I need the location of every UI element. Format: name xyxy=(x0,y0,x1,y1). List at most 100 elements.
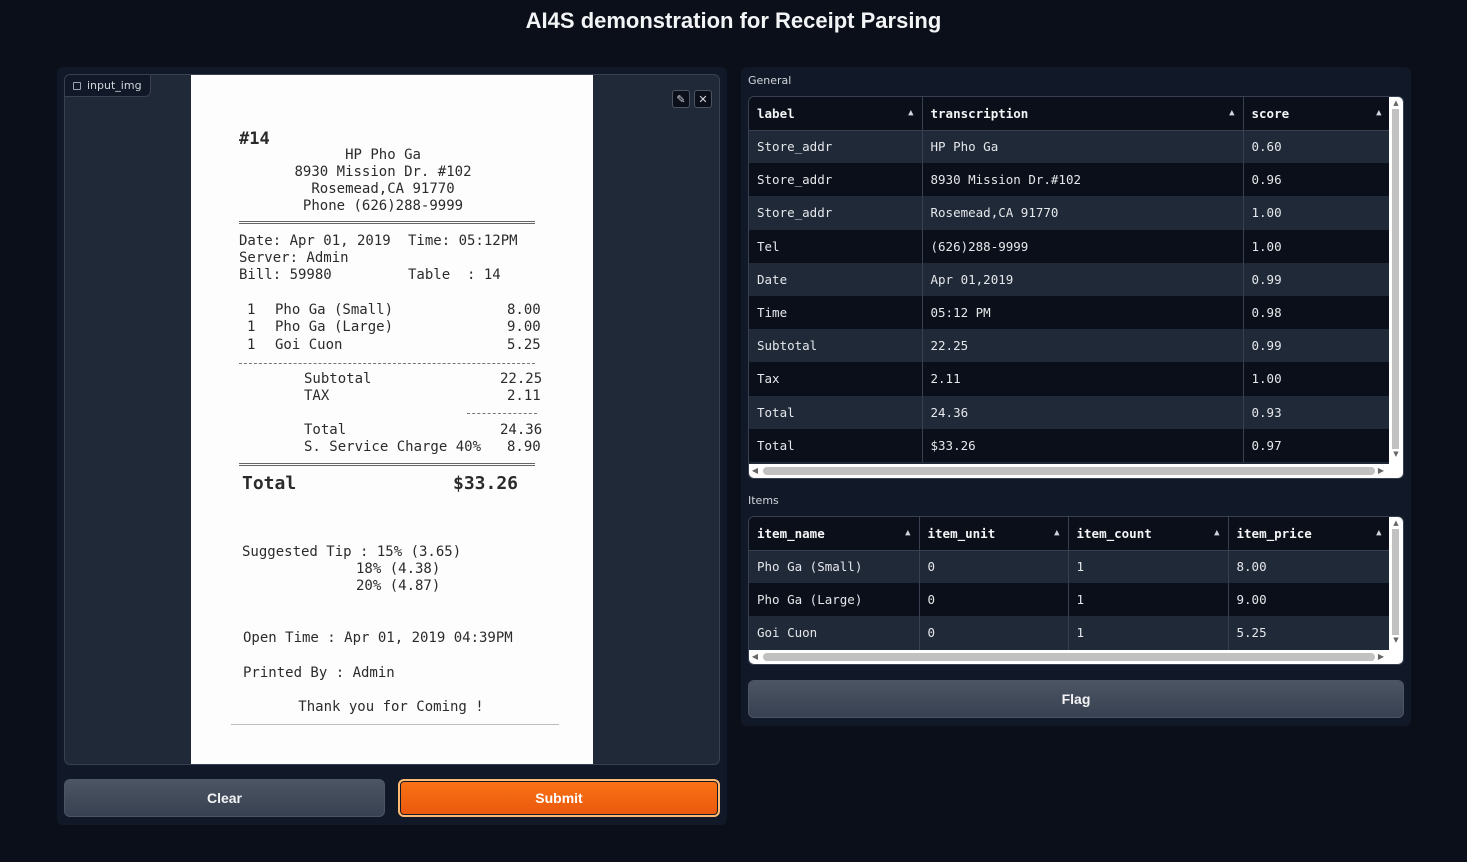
table-cell[interactable]: 1.00 xyxy=(1243,229,1391,263)
subtotal-value: 22.25 xyxy=(500,371,543,387)
table-cell[interactable]: 05:12 PM xyxy=(922,295,1244,330)
column-header[interactable]: transcription ▲ xyxy=(922,97,1244,131)
thank-you: Thank you for Coming ! xyxy=(298,699,484,715)
items-label: Items xyxy=(748,494,779,507)
receipt-date: Date: Apr 01, 2019 xyxy=(239,233,391,249)
sort-icon[interactable]: ▲ xyxy=(1376,528,1381,538)
vertical-scrollbar[interactable]: ▲ ▼ xyxy=(1389,97,1403,464)
table-row: Store_addr 8930 Mission Dr.#102 0.96 xyxy=(749,163,1391,197)
table-cell[interactable]: Tel xyxy=(749,229,923,263)
table-cell[interactable]: $33.26 xyxy=(922,428,1244,462)
pencil-icon[interactable]: ✎ xyxy=(672,90,690,108)
sort-icon[interactable]: ▲ xyxy=(1054,528,1059,538)
vertical-scrollbar[interactable]: ▲ ▼ xyxy=(1389,517,1403,650)
table-row: Time 05:12 PM 0.98 xyxy=(749,295,1391,330)
clear-button[interactable]: Clear xyxy=(64,779,385,817)
total-label: Total xyxy=(304,422,347,438)
table-cell[interactable]: 0.96 xyxy=(1243,163,1391,197)
table-cell[interactable]: Total xyxy=(749,428,923,462)
sort-icon[interactable]: ▲ xyxy=(1229,108,1234,118)
column-header[interactable]: item_price ▲ xyxy=(1228,517,1391,551)
table-cell[interactable]: 0.60 xyxy=(1243,130,1391,164)
sort-icon[interactable]: ▲ xyxy=(1376,108,1381,118)
table-cell[interactable]: 0.99 xyxy=(1243,262,1391,296)
table-cell[interactable]: 1.00 xyxy=(1243,196,1391,230)
sort-icon[interactable]: ▲ xyxy=(905,528,910,538)
item-name: Goi Cuon xyxy=(275,337,343,353)
table-cell[interactable]: 0 xyxy=(919,616,1069,650)
input-panel: input_img ✎ ✕ #14 HP Pho Ga 8930 Mission… xyxy=(57,67,727,825)
item-price: 9.00 xyxy=(507,319,541,335)
table-cell[interactable]: Tax xyxy=(749,362,923,396)
table-cell[interactable]: 1 xyxy=(1068,616,1229,650)
receipt-bill: Bill: 59980 xyxy=(239,267,332,283)
image-input[interactable]: input_img ✎ ✕ #14 HP Pho Ga 8930 Mission… xyxy=(64,74,720,765)
column-header[interactable]: item_name ▲ xyxy=(749,517,920,551)
table-cell[interactable]: Time xyxy=(749,295,923,330)
sort-icon[interactable]: ▲ xyxy=(908,108,913,118)
column-header[interactable]: label ▲ xyxy=(749,97,923,131)
divider xyxy=(467,413,537,414)
table-row: Tel (626)288-9999 1.00 xyxy=(749,229,1391,263)
items-table[interactable]: item_name ▲ item_unit ▲ item_count ▲ item_p… xyxy=(748,516,1404,665)
table-cell[interactable]: 1 xyxy=(1068,550,1229,584)
submit-button[interactable]: Submit xyxy=(398,779,720,817)
receipt-image: #14 HP Pho Ga 8930 Mission Dr. #102 Rose… xyxy=(191,75,593,764)
receipt-table: Table : 14 xyxy=(408,267,501,283)
table-row: Goi Cuon 0 1 5.25 xyxy=(749,616,1391,650)
table-cell[interactable]: Apr 01,2019 xyxy=(922,262,1244,296)
table-cell[interactable]: Pho Ga (Large) xyxy=(749,583,920,617)
table-cell[interactable]: Subtotal xyxy=(749,329,923,363)
table-cell[interactable]: Store_addr xyxy=(749,196,923,230)
table-cell[interactable]: Store_addr xyxy=(749,130,923,164)
subtotal-label: Subtotal xyxy=(304,371,372,387)
table-cell[interactable]: 24.36 xyxy=(922,395,1244,429)
table-cell[interactable]: Total xyxy=(749,395,923,429)
table-cell[interactable]: 0.93 xyxy=(1243,395,1391,429)
tax-label: TAX xyxy=(304,388,330,404)
column-header[interactable]: score ▲ xyxy=(1243,97,1391,131)
table-cell[interactable]: 2.11 xyxy=(922,362,1244,396)
table-cell[interactable]: 1 xyxy=(1068,583,1229,617)
general-table[interactable]: label ▲ transcription ▲ score ▲ Store_addr H… xyxy=(748,96,1404,479)
table-cell[interactable]: 0.97 xyxy=(1243,428,1391,462)
column-header[interactable]: item_unit ▲ xyxy=(919,517,1069,551)
horizontal-scrollbar[interactable]: ◀ ▶ xyxy=(749,464,1403,478)
table-cell[interactable]: 8.00 xyxy=(1228,550,1391,584)
column-header[interactable]: item_count ▲ xyxy=(1068,517,1229,551)
table-cell[interactable]: 0 xyxy=(919,550,1069,584)
table-cell[interactable]: HP Pho Ga xyxy=(922,130,1244,164)
table-cell[interactable]: 1.00 xyxy=(1243,362,1391,396)
table-cell[interactable]: 22.25 xyxy=(922,329,1244,363)
table-cell[interactable]: 0 xyxy=(919,583,1069,617)
table-cell[interactable]: Rosemead,CA 91770 xyxy=(922,196,1244,230)
horizontal-scrollbar[interactable]: ◀ ▶ xyxy=(749,650,1403,664)
table-cell[interactable]: Date xyxy=(749,262,923,296)
table-cell[interactable]: 0.98 xyxy=(1243,295,1391,330)
table-row: Date Apr 01,2019 0.99 xyxy=(749,262,1391,296)
table-cell[interactable]: 5.25 xyxy=(1228,616,1391,650)
item-qty: 1 xyxy=(247,337,256,353)
table-cell[interactable]: 9.00 xyxy=(1228,583,1391,617)
open-time: Open Time : Apr 01, 2019 04:39PM xyxy=(243,630,513,646)
sort-icon[interactable]: ▲ xyxy=(1214,528,1219,538)
table-cell[interactable]: Store_addr xyxy=(749,163,923,197)
table-cell[interactable]: 8930 Mission Dr.#102 xyxy=(922,163,1244,197)
flag-button[interactable]: Flag xyxy=(748,680,1404,718)
table-cell[interactable]: (626)288-9999 xyxy=(922,229,1244,263)
table-row: Total $33.26 0.97 xyxy=(749,428,1391,462)
table-cell[interactable]: Goi Cuon xyxy=(749,616,920,650)
divider xyxy=(239,463,535,466)
close-icon[interactable]: ✕ xyxy=(694,90,712,108)
item-price: 8.00 xyxy=(507,302,541,318)
store-name: HP Pho Ga xyxy=(345,147,421,163)
table-cell[interactable]: Pho Ga (Small) xyxy=(749,550,920,584)
item-price: 5.25 xyxy=(507,337,541,353)
table-row: Tax 2.11 1.00 xyxy=(749,362,1391,396)
table-cell[interactable]: 0.99 xyxy=(1243,329,1391,363)
table-row: Subtotal 22.25 0.99 xyxy=(749,329,1391,363)
grand-total-value: $33.26 xyxy=(453,473,519,494)
order-number: #14 xyxy=(239,129,270,149)
table-row: Pho Ga (Large) 0 1 9.00 xyxy=(749,583,1391,617)
grand-total-label: Total xyxy=(242,473,297,494)
